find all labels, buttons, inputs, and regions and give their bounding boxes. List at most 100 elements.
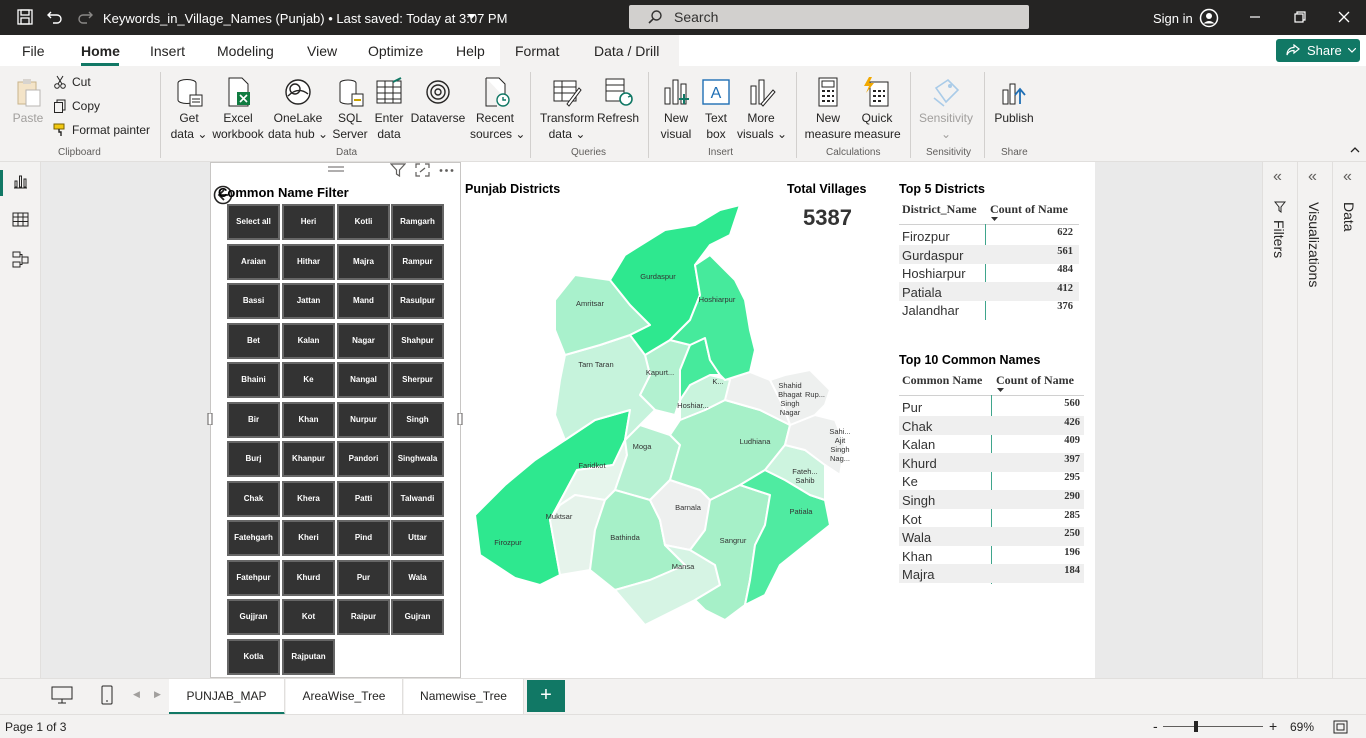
table-row[interactable]: Ke 295 <box>899 471 1084 490</box>
slicer-chip[interactable]: Rajputan <box>282 638 335 675</box>
slicer-chip[interactable]: Khurd <box>282 559 335 596</box>
expand-pane-icon[interactable]: « <box>1273 168 1282 186</box>
user-avatar-icon[interactable] <box>1199 8 1219 28</box>
add-page-button[interactable]: + <box>527 680 565 712</box>
slicer-chip[interactable]: Chak <box>227 480 280 517</box>
slicer-chip[interactable]: Mand <box>337 283 390 319</box>
menu-insert[interactable]: Insert <box>150 43 185 59</box>
top10-table[interactable]: Common Name Count of Name Pur 560 Chak 426 K… <box>899 371 1084 586</box>
drag-handle-icon[interactable] <box>327 166 345 172</box>
enter-data-button[interactable]: Enter data <box>372 76 406 142</box>
minimize-icon[interactable] <box>1248 10 1262 24</box>
copy-button[interactable]: Copy <box>72 99 100 113</box>
punjab-filled-map[interactable]: Gurdaspur Hoshiarpur Amritsar Tarn Taran Kap… <box>465 200 885 645</box>
top10-col-count[interactable]: Count of Name <box>996 373 1074 388</box>
sql-server-button[interactable]: SQL Server <box>331 76 369 142</box>
slicer-chip[interactable]: Kotla <box>227 638 280 675</box>
model-view-icon[interactable] <box>12 251 29 268</box>
get-data-button[interactable]: Get data ⌄ <box>170 76 208 142</box>
more-visuals-button[interactable]: More visuals ⌄ <box>737 76 787 142</box>
restore-icon[interactable] <box>1293 10 1307 24</box>
slicer-chip[interactable]: Heri <box>282 204 335 240</box>
recent-sources-button[interactable]: Recent sources ⌄ <box>470 76 525 142</box>
slicer-chip[interactable]: Jattan <box>282 283 335 319</box>
menu-view[interactable]: View <box>307 43 337 59</box>
slicer-chip[interactable]: Bir <box>227 401 280 438</box>
dataverse-button[interactable]: Dataverse <box>410 76 466 126</box>
table-row[interactable]: Wala 250 <box>899 527 1084 547</box>
slicer-chip[interactable]: Singh <box>391 401 444 438</box>
slicer-chip[interactable]: Nangal <box>337 362 390 398</box>
table-row[interactable]: Gurdaspur 561 <box>899 244 1079 264</box>
focus-mode-icon[interactable] <box>415 163 430 177</box>
table-row[interactable]: Majra 184 <box>899 564 1084 584</box>
slicer-chip[interactable]: Nagar <box>337 322 390 359</box>
slicer-chip[interactable]: Majra <box>337 243 390 280</box>
mobile-layout-icon[interactable] <box>101 685 113 705</box>
table-row[interactable]: Patiala 412 <box>899 281 1079 301</box>
search-input[interactable]: Search <box>629 5 1029 29</box>
filters-pane[interactable]: « Filters <box>1262 162 1296 678</box>
report-view-icon[interactable] <box>12 173 29 190</box>
menu-optimize[interactable]: Optimize <box>368 43 423 59</box>
new-visual-button[interactable]: New visual <box>658 76 694 142</box>
menu-file[interactable]: File <box>22 43 45 59</box>
more-options-icon[interactable] <box>439 168 454 173</box>
filter-icon[interactable] <box>390 163 406 177</box>
zoom-slider-thumb[interactable] <box>1193 721 1198 732</box>
slicer-chip[interactable]: Burj <box>227 441 280 477</box>
table-row[interactable]: Khan 196 <box>899 546 1084 565</box>
resize-handle-left[interactable] <box>207 413 213 425</box>
excel-workbook-button[interactable]: Excel workbook <box>211 76 265 142</box>
slicer-chip[interactable]: Pandori <box>337 441 390 477</box>
table-row[interactable]: Firozpur 622 <box>899 226 1079 245</box>
fit-to-page-icon[interactable] <box>1333 720 1348 734</box>
menu-home[interactable]: Home <box>81 43 120 59</box>
table-row[interactable]: Pur 560 <box>899 397 1084 416</box>
redo-icon[interactable] <box>76 8 94 26</box>
slicer-chip[interactable]: Kotli <box>337 204 390 240</box>
slicer-chip[interactable]: Rampur <box>391 243 444 280</box>
expand-pane-icon[interactable]: « <box>1308 168 1317 186</box>
table-row[interactable]: Jalandhar 376 <box>899 300 1079 319</box>
top5-col-count[interactable]: Count of Name <box>990 202 1068 217</box>
scroll-right-icon[interactable]: ▶ <box>154 689 161 700</box>
refresh-button[interactable]: Refresh <box>597 76 639 126</box>
slicer-chip[interactable]: Araian <box>227 243 280 280</box>
menu-format[interactable]: Format <box>515 43 559 59</box>
slicer-chip[interactable]: Patti <box>337 480 390 517</box>
slicer-chip[interactable]: Gujjran <box>227 599 280 635</box>
slicer-chip[interactable]: Talwandi <box>391 480 444 517</box>
table-row[interactable]: Kot 285 <box>899 509 1084 528</box>
slicer-chip[interactable]: Select all <box>227 204 280 240</box>
slicer-chip[interactable]: Pind <box>337 520 390 556</box>
slicer-chip[interactable]: Raipur <box>337 599 390 635</box>
table-row[interactable]: Kalan 409 <box>899 434 1084 453</box>
share-button[interactable]: Share <box>1276 39 1360 62</box>
slicer-chip[interactable]: Uttar <box>391 520 444 556</box>
onelake-data-hub-button[interactable]: OneLake data hub ⌄ <box>268 76 328 142</box>
publish-button[interactable]: Publish <box>992 76 1036 126</box>
tab-punjab-map[interactable]: PUNJAB_MAP <box>169 679 285 715</box>
window-title[interactable]: Keywords_in_Village_Names (Punjab) • Las… <box>103 11 507 26</box>
new-measure-button[interactable]: New measure <box>804 76 852 142</box>
quick-measure-button[interactable]: Quick measure <box>854 76 901 142</box>
slicer-chip[interactable]: Ke <box>282 362 335 398</box>
tab-namewise-tree[interactable]: Namewise_Tree <box>404 679 524 715</box>
slicer-chip[interactable]: Nurpur <box>337 401 390 438</box>
top10-col-name[interactable]: Common Name <box>902 373 982 388</box>
slicer-chip[interactable]: Ramgarh <box>391 204 444 240</box>
sensitivity-button[interactable]: Sensitivity ⌄ <box>918 76 974 142</box>
sign-in-link[interactable]: Sign in <box>1153 11 1193 26</box>
slicer-chip[interactable]: Pur <box>337 559 390 596</box>
title-dropdown-icon[interactable] <box>467 14 476 20</box>
slicer-chip[interactable]: Hithar <box>282 243 335 280</box>
slicer-chip[interactable]: Sherpur <box>391 362 444 398</box>
expand-pane-icon[interactable]: « <box>1343 168 1352 186</box>
collapse-ribbon-icon[interactable] <box>1350 146 1360 153</box>
zoom-slider-track[interactable] <box>1163 726 1263 727</box>
slicer-chip[interactable]: Shahpur <box>391 322 444 359</box>
table-row[interactable]: Singh 290 <box>899 490 1084 509</box>
slicer-chip[interactable]: Rasulpur <box>391 283 444 319</box>
close-icon[interactable] <box>1337 10 1351 24</box>
